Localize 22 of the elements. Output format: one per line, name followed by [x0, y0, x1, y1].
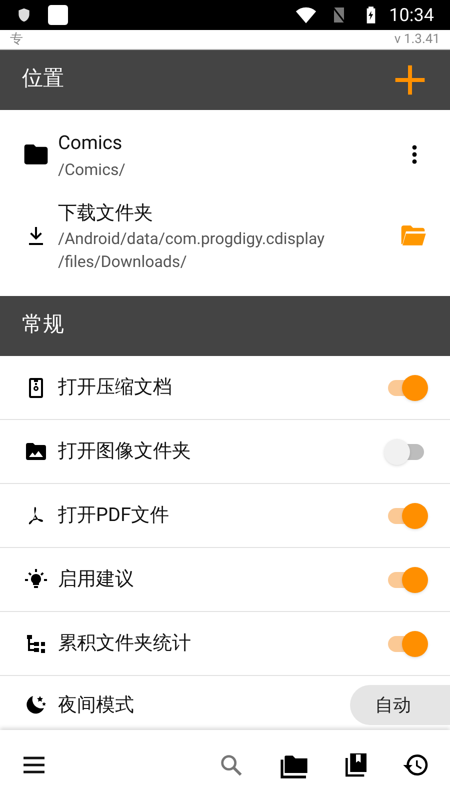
notification-icon: [48, 5, 68, 25]
search-icon: [218, 752, 244, 778]
shield-icon: [16, 7, 32, 23]
edition-label: 专: [10, 30, 23, 49]
location-path: /Android/data/com.progdigy.cdisplay/files/Downloads/: [58, 228, 326, 273]
section-title: 常规: [22, 312, 64, 340]
location-name: Comics: [58, 130, 124, 156]
clock-time: 10:34: [389, 4, 434, 28]
location-name: 下载文件夹: [58, 200, 154, 226]
setting-label: 打开图像文件夹: [58, 438, 192, 464]
setting-label: 启用建议: [58, 566, 135, 592]
setting-label: 累积文件夹统计: [58, 630, 192, 656]
plus-icon: [394, 64, 426, 96]
setting-label: 打开PDF文件: [58, 502, 170, 528]
setting-label: 打开压缩文档: [58, 374, 173, 400]
search-button[interactable]: [218, 752, 244, 778]
setting-label: 夜间模式: [58, 692, 135, 718]
more-icon: [412, 145, 416, 164]
section-title: 位置: [22, 66, 64, 94]
location-path: /Comics/: [58, 158, 126, 180]
version-label: v 1.3.41: [394, 30, 440, 49]
night-mode-dropdown[interactable]: 自动: [350, 685, 450, 725]
